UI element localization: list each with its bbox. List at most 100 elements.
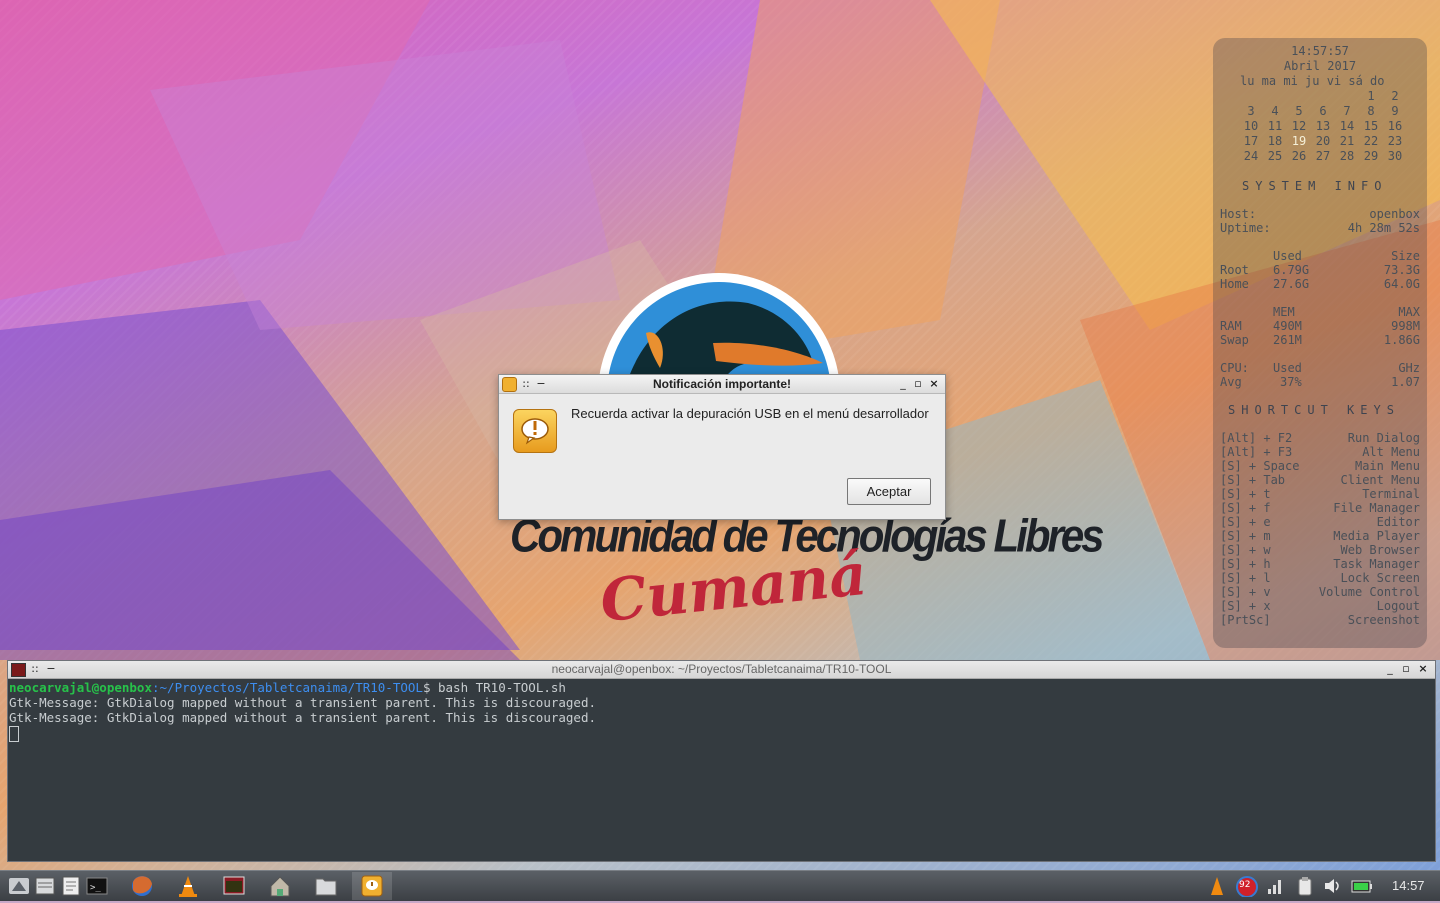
shortcut-key: [Alt] + F3: [1220, 445, 1293, 459]
shortcut-key: [S] + h: [1220, 557, 1271, 571]
calendar-day: 29: [1363, 149, 1379, 163]
battery-icon[interactable]: [1351, 875, 1373, 897]
home-size: 64.0G: [1383, 277, 1420, 291]
shortcut-action: Logout: [1376, 599, 1420, 613]
max-header: MAX: [1398, 305, 1420, 319]
shortcut-action: Terminal: [1362, 487, 1420, 501]
home-used: 27.6G: [1273, 277, 1310, 291]
cpu-label: CPU:: [1220, 361, 1249, 375]
terminal-output-line: Gtk-Message: GtkDialog mapped without a …: [9, 695, 596, 710]
calendar-day: 7: [1343, 104, 1351, 118]
calendar-day: 13: [1315, 119, 1331, 133]
dialog-minimize-icon[interactable]: _: [896, 376, 910, 392]
accept-button[interactable]: Aceptar: [847, 478, 931, 505]
tray-badge: 92: [1239, 880, 1251, 890]
shortcut-key: [S] + v: [1220, 585, 1271, 599]
calendar-day: 11: [1267, 119, 1283, 133]
terminal-titlebar[interactable]: :: − neocarvajal@openbox: ~/Proyectos/Ta…: [8, 661, 1435, 679]
calendar-day: 2: [1391, 89, 1399, 103]
swap-used: 261M: [1273, 333, 1302, 347]
shortcut-key: [S] + t: [1220, 487, 1271, 501]
taskbar-vlc[interactable]: [168, 872, 208, 900]
taskbar-notification-dialog[interactable]: [352, 872, 392, 900]
conky-panel: 14:57:57 Abril 2017 lu ma mi ju vi sá do…: [1213, 38, 1427, 648]
shortcut-key: [S] + f: [1220, 501, 1271, 515]
network-icon[interactable]: [1264, 875, 1286, 897]
taskbar-clock[interactable]: 14:57: [1392, 878, 1425, 893]
prompt-user: neocarvajal@openbox: [9, 680, 152, 695]
text-editor-icon[interactable]: [60, 875, 82, 897]
notification-dialog: :: − Notificación importante! _ ▫ × Recu…: [498, 374, 946, 520]
root-size: 73.3G: [1383, 263, 1420, 277]
shortcut-header: SHORTCUT KEYS: [1228, 403, 1400, 417]
shortcut-key: [S] + Space: [1220, 459, 1300, 473]
host-value: openbox: [1369, 207, 1420, 221]
terminal-minimize-icon[interactable]: _: [1383, 661, 1397, 677]
swap-max: 1.86G: [1383, 333, 1420, 347]
calendar-day: 25: [1267, 149, 1283, 163]
calendar-day: 18: [1267, 134, 1283, 148]
cpu-used-header: Used: [1273, 361, 1302, 375]
calendar-day: 1: [1367, 89, 1375, 103]
calendar-day: 22: [1363, 134, 1379, 148]
conky-clock: 14:57:57: [1291, 44, 1349, 58]
dialog-close-icon[interactable]: ×: [927, 376, 941, 392]
swap-label: Swap: [1220, 333, 1249, 347]
calendar-day: 9: [1391, 104, 1399, 118]
root-label: Root: [1220, 263, 1249, 277]
calendar-day: 4: [1271, 104, 1279, 118]
calendar-day: 21: [1339, 134, 1355, 148]
tray-vlc-icon[interactable]: [1206, 875, 1228, 897]
disk-used-header: Used: [1273, 249, 1302, 263]
calendar-day: 16: [1387, 119, 1403, 133]
taskbar-folder[interactable]: [306, 872, 346, 900]
calendar-day: 8: [1367, 104, 1375, 118]
home-folder-icon: [270, 876, 290, 897]
terminal-icon[interactable]: >_: [86, 875, 108, 897]
shortcut-action: File Manager: [1333, 501, 1420, 515]
shortcut-action: Main Menu: [1354, 459, 1420, 473]
tray-updates-icon[interactable]: 92: [1236, 875, 1258, 898]
terminal-window[interactable]: :: − neocarvajal@openbox: ~/Proyectos/Ta…: [7, 660, 1436, 862]
menu-icon[interactable]: [8, 875, 30, 897]
svg-text:>_: >_: [90, 883, 101, 893]
calendar-day: 30: [1387, 149, 1403, 163]
shortcut-key: [S] + Tab: [1220, 473, 1286, 487]
calendar-day: 26: [1291, 149, 1307, 163]
shortcut-action: Run Dialog: [1347, 431, 1420, 445]
terminal-close-icon[interactable]: ×: [1416, 661, 1430, 677]
dialog-titlebar[interactable]: :: − Notificación importante! _ ▫ ×: [499, 375, 945, 394]
avg-label: Avg: [1220, 375, 1242, 389]
terminal-title: neocarvajal@openbox: ~/Proyectos/Tabletc…: [551, 662, 892, 676]
ram-label: RAM: [1220, 319, 1242, 333]
terminal-maximize-icon[interactable]: ▫: [1399, 661, 1413, 677]
volume-icon[interactable]: [1322, 875, 1344, 897]
warning-icon: [513, 409, 557, 453]
mem-header: MEM: [1273, 305, 1295, 319]
shortcut-action: Screenshot: [1347, 613, 1420, 627]
shortcut-action: Alt Menu: [1362, 445, 1420, 459]
calendar-day: 10: [1243, 119, 1259, 133]
terminal-output[interactable]: neocarvajal@openbox:~/Proyectos/Tabletca…: [9, 680, 596, 742]
calendar-day: 14: [1339, 119, 1355, 133]
shortcut-key: [Alt] + F2: [1220, 431, 1293, 445]
calendar-day: 3: [1247, 104, 1255, 118]
calendar-month: Abril 2017: [1283, 59, 1357, 73]
file-manager-icon[interactable]: [34, 875, 56, 897]
dialog-message: Recuerda activar la depuración USB en el…: [571, 406, 929, 421]
shortcut-action: Volume Control: [1318, 585, 1420, 599]
shortcut-action: Task Manager: [1333, 557, 1420, 571]
calendar-day: 24: [1243, 149, 1259, 163]
shortcut-action: Editor: [1376, 515, 1420, 529]
shortcut-key: [S] + x: [1220, 599, 1271, 613]
sysinfo-header: SYSTEM INFO: [1242, 179, 1388, 193]
shortcut-action: Client Menu: [1340, 473, 1420, 487]
taskbar-home[interactable]: [260, 872, 300, 900]
taskbar-firefox[interactable]: [122, 872, 162, 900]
clipboard-icon[interactable]: [1294, 875, 1316, 897]
taskbar-terminal-window[interactable]: [214, 872, 254, 900]
shortcut-key: [S] + w: [1220, 543, 1271, 557]
dialog-maximize-icon[interactable]: ▫: [911, 376, 925, 392]
shortcut-action: Lock Screen: [1340, 571, 1420, 585]
calendar-day: 17: [1243, 134, 1259, 148]
